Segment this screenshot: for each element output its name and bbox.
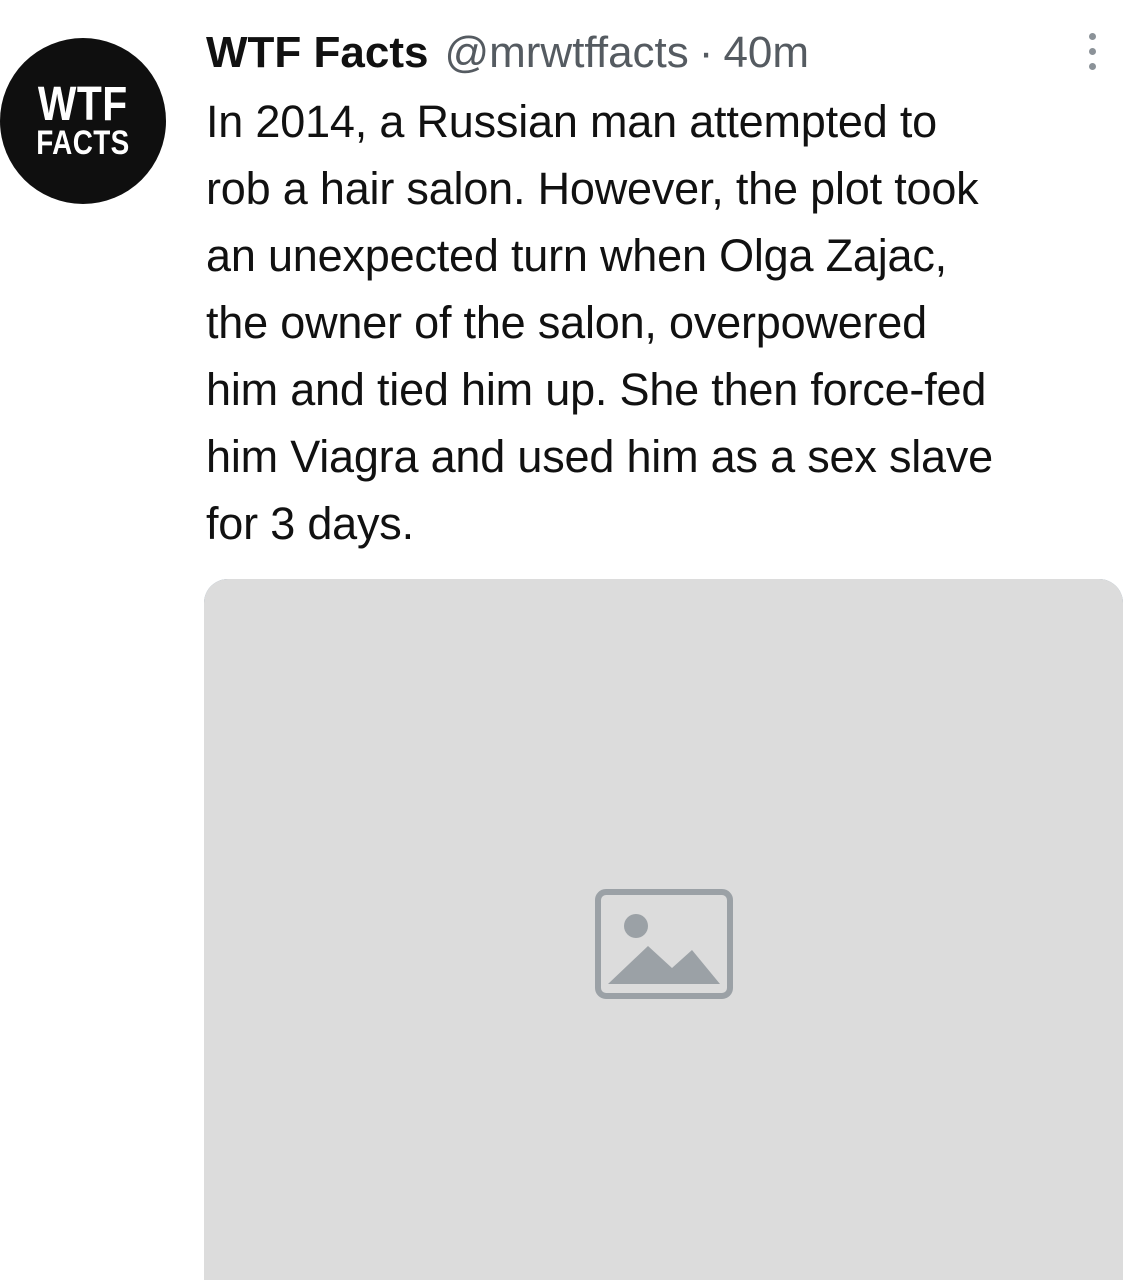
avatar-logo-line-1: WTF	[38, 78, 128, 132]
tweet-text-line: In 2014, a Russian man attempted to	[206, 96, 937, 147]
tweet-text-line: him and tied him up. She then force-fed	[206, 364, 987, 415]
tweet-text-line: for 3 days.	[206, 498, 414, 549]
more-options-icon-dot	[1088, 62, 1096, 70]
author-name-link[interactable]: WTF Facts	[206, 28, 428, 78]
tweet-header: WTF Facts @mrwtffacts · 40m	[206, 24, 1106, 82]
more-options-icon	[1088, 32, 1096, 40]
avatar-logo-line-2: FACTS	[36, 124, 130, 163]
more-options-button[interactable]	[1075, 24, 1109, 78]
media-placeholder	[204, 579, 1123, 1280]
tweet-text-line: an unexpected turn when Olga Zajac,	[206, 230, 947, 281]
profile-avatar[interactable]: WTF FACTS	[0, 38, 166, 204]
tweet-text-line: the owner of the salon, overpowered	[206, 297, 927, 348]
tweet-text-line: rob a hair salon. However, the plot took	[206, 163, 979, 214]
author-handle-link[interactable]: @mrwtffacts	[444, 28, 688, 78]
header-separator: ·	[698, 28, 714, 77]
tweet-text-line: him Viagra and used him as a sex slave	[206, 431, 993, 482]
timestamp-link[interactable]: 40m	[723, 28, 809, 78]
tweet-media[interactable]	[204, 579, 1123, 1280]
image-icon	[594, 889, 733, 999]
more-options-icon-dot	[1088, 47, 1096, 55]
tweet-body: In 2014, a Russian man attempted to rob …	[206, 88, 1116, 557]
